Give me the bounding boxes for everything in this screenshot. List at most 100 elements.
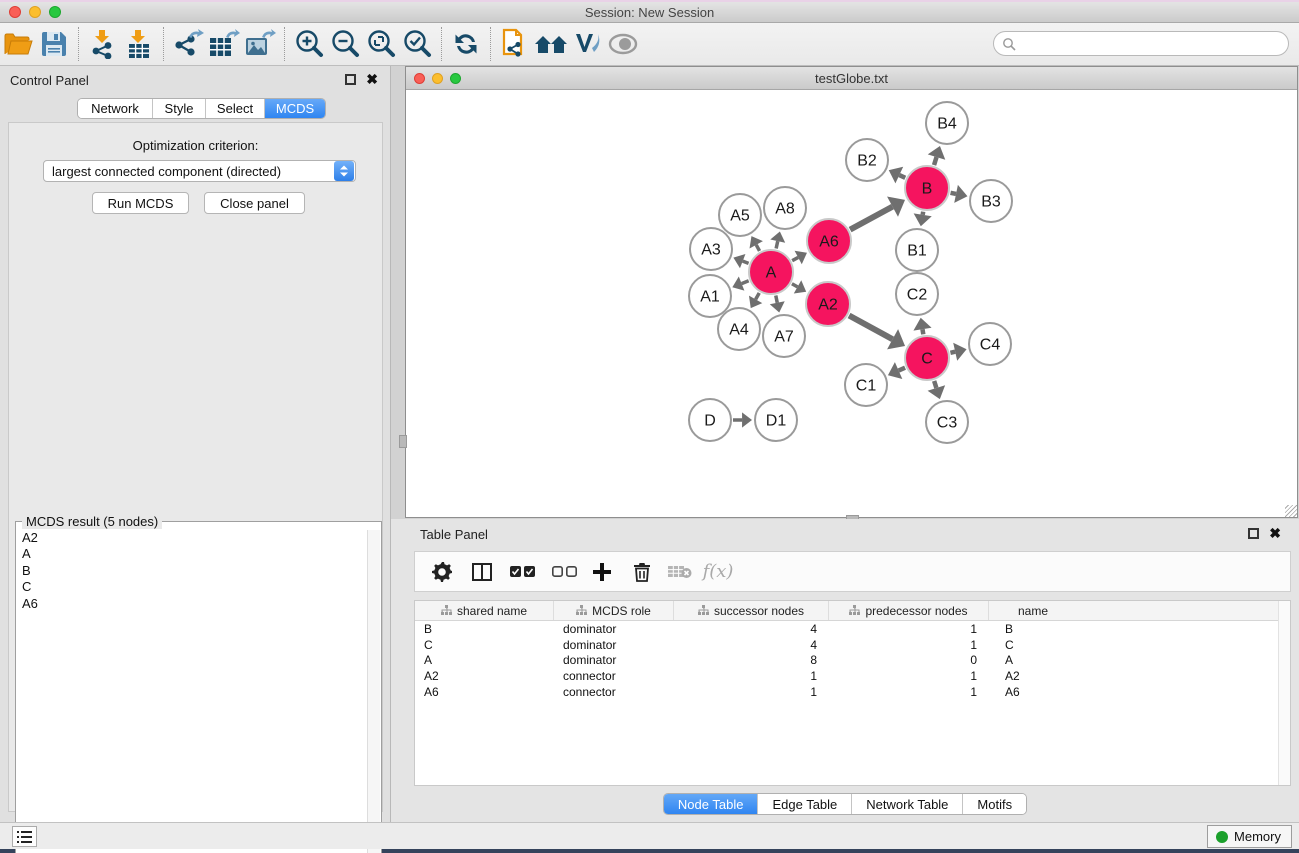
graph-edge[interactable] [792, 284, 798, 287]
network-view-window: testGlobe.txt B4B2BB3A5A8A6A3B1AA1C2A2A4… [405, 66, 1298, 518]
graph-edge[interactable] [923, 212, 924, 215]
toggle-views-icon[interactable] [605, 27, 641, 61]
tab-motifs[interactable]: Motifs [963, 794, 1026, 814]
graph-edge[interactable] [951, 193, 957, 194]
export-network-icon[interactable] [170, 27, 206, 61]
result-item[interactable]: A6 [17, 596, 367, 612]
column-layout-icon[interactable] [465, 557, 499, 587]
settings-gear-icon[interactable] [425, 557, 459, 587]
deselect-all-checkboxes-icon[interactable] [547, 557, 581, 587]
graph-edge-arrowhead [742, 412, 752, 427]
network-vertical-scrollthumb[interactable] [399, 435, 407, 448]
table-row[interactable]: Bdominator41B [415, 621, 1290, 637]
close-table-panel-icon[interactable]: ✖ [1269, 528, 1281, 539]
export-image-icon[interactable] [242, 27, 278, 61]
graph-edge[interactable] [743, 261, 749, 263]
validate-icon[interactable] [569, 27, 605, 61]
open-file-icon[interactable] [0, 27, 36, 61]
export-table-icon[interactable] [206, 27, 242, 61]
result-item[interactable]: A [17, 546, 367, 562]
zoom-in-icon[interactable] [291, 27, 327, 61]
import-table-icon[interactable] [121, 27, 157, 61]
table-cell: A [989, 653, 1077, 667]
memory-button[interactable]: Memory [1207, 825, 1292, 848]
task-history-button[interactable] [12, 826, 37, 847]
table-cell: A6 [415, 685, 554, 699]
graph-edge[interactable] [756, 245, 759, 251]
tab-edge-table[interactable]: Edge Table [758, 794, 852, 814]
node-table[interactable]: shared nameMCDS rolesuccessor nodesprede… [414, 600, 1291, 786]
search-field[interactable] [993, 31, 1289, 56]
control-panel-tabs: Network Style Select MCDS [77, 98, 326, 119]
add-column-icon[interactable] [585, 557, 619, 587]
graph-edge[interactable] [792, 257, 798, 260]
network-window-titlebar[interactable]: testGlobe.txt [406, 67, 1297, 90]
delete-table-icon[interactable] [663, 557, 697, 587]
tab-style[interactable]: Style [153, 99, 206, 118]
graph-node-label: C [921, 351, 933, 368]
graph-edge-arrowhead [913, 318, 931, 331]
table-cell: 1 [829, 638, 989, 652]
float-panel-icon[interactable] [345, 74, 356, 85]
column-header-MCDS-role[interactable]: MCDS role [554, 601, 674, 620]
table-row[interactable]: A6connector11A6 [415, 684, 1290, 700]
tab-network-table[interactable]: Network Table [852, 794, 963, 814]
close-panel-icon[interactable]: ✖ [366, 74, 378, 85]
graph-edge[interactable] [899, 368, 905, 371]
result-item[interactable]: A2 [17, 530, 367, 546]
result-item[interactable]: B [17, 563, 367, 579]
control-panel: Control Panel ✖ Network Style Select MCD… [0, 66, 391, 822]
mcds-result-title: MCDS result (5 nodes) [22, 514, 162, 529]
tab-mcds[interactable]: MCDS [265, 99, 325, 118]
column-header-shared-name[interactable]: shared name [415, 601, 554, 620]
zoom-fit-icon[interactable] [363, 27, 399, 61]
search-input[interactable] [1020, 33, 1288, 54]
table-row[interactable]: Adominator80A [415, 652, 1290, 668]
float-table-panel-icon[interactable] [1248, 528, 1259, 539]
run-mcds-button[interactable]: Run MCDS [92, 192, 189, 214]
graph-edge[interactable] [776, 296, 777, 303]
graph-edge[interactable] [850, 207, 892, 230]
mcds-result-list[interactable]: A2ABCA6 [17, 530, 367, 853]
table-row[interactable]: Cdominator41C [415, 637, 1290, 653]
toolbar-separator [78, 27, 79, 61]
table-cell: 4 [674, 638, 829, 652]
network-canvas-svg[interactable]: B4B2BB3A5A8A6A3B1AA1C2A2A4A7C4CC1DD1C3 [406, 91, 1297, 517]
select-all-checkboxes-icon[interactable] [505, 557, 539, 587]
table-scrollbar[interactable] [1278, 601, 1290, 785]
save-session-icon[interactable] [36, 27, 72, 61]
close-panel-button[interactable]: Close panel [204, 192, 305, 214]
import-network-icon[interactable] [85, 27, 121, 61]
column-header-successor-nodes[interactable]: successor nodes [674, 601, 829, 620]
graph-edge[interactable] [756, 293, 760, 299]
graph-edge[interactable] [742, 281, 749, 284]
graph-node-label: C1 [856, 378, 877, 395]
clone-network-icon[interactable] [497, 27, 533, 61]
graph-edge[interactable] [849, 315, 893, 339]
graph-edge[interactable] [934, 157, 936, 165]
graph-edge[interactable] [776, 241, 778, 248]
table-row[interactable]: A2connector11A2 [415, 668, 1290, 684]
tab-network[interactable]: Network [78, 99, 153, 118]
tab-node-table[interactable]: Node Table [664, 794, 759, 814]
tab-select[interactable]: Select [206, 99, 265, 118]
result-item[interactable]: C [17, 579, 367, 595]
criterion-dropdown[interactable]: largest connected component (directed) [43, 160, 356, 182]
graph-edge[interactable] [923, 329, 924, 334]
graph-edge[interactable] [950, 352, 955, 353]
function-builder-icon[interactable]: f(x) [701, 557, 735, 587]
zoom-out-icon[interactable] [327, 27, 363, 61]
column-header-predecessor-nodes[interactable]: predecessor nodes [829, 601, 989, 620]
refresh-icon[interactable] [448, 27, 484, 61]
delete-column-trash-icon[interactable] [625, 557, 659, 587]
zoom-selected-icon[interactable] [399, 27, 435, 61]
search-icon [1002, 37, 1016, 51]
memory-label: Memory [1234, 829, 1281, 844]
show-all-networks-icon[interactable] [533, 27, 569, 61]
table-cell: A2 [415, 669, 554, 683]
result-scrollbar[interactable] [367, 530, 380, 853]
window-resize-grip[interactable] [1285, 505, 1297, 517]
graph-edge[interactable] [899, 175, 905, 178]
graph-edge[interactable] [934, 381, 936, 388]
column-header-name[interactable]: name [989, 601, 1077, 620]
